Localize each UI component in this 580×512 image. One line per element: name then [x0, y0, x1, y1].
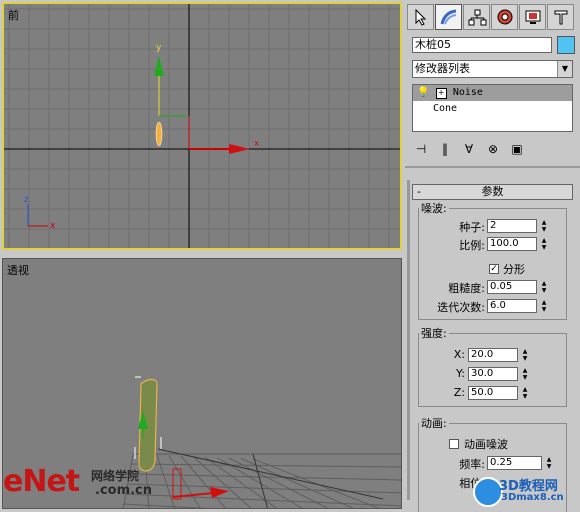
panel-scrollbar[interactable] [407, 180, 410, 500]
animate-noise-checkbox[interactable] [449, 439, 459, 449]
strength-z-spinner[interactable]: 50.0 [468, 386, 518, 400]
modifier-stack[interactable]: 💡 + Noise Cone [412, 84, 573, 132]
expand-plus-icon[interactable]: + [435, 88, 447, 99]
show-end-result-icon[interactable]: ‖ [436, 140, 454, 158]
seed-spinner[interactable]: 2 [487, 219, 537, 233]
gizmo-y-arrow[interactable] [154, 56, 164, 76]
stake-object[interactable] [155, 121, 163, 147]
scale-spinner[interactable]: 100.0 [487, 237, 537, 251]
frequency-label: 频率: [459, 458, 485, 471]
scale-label: 比例: [459, 239, 485, 252]
front-grid: y x z x [4, 4, 400, 248]
strength-x-spinner[interactable]: 20.0 [468, 348, 518, 362]
roughness-label: 粗糙度: [448, 282, 485, 295]
fractal-checkbox[interactable]: ✓ [489, 264, 499, 274]
chevron-down-icon[interactable]: ▼ [557, 61, 572, 77]
watermark-enet: eNet [3, 464, 80, 499]
hierarchy-icon[interactable] [463, 4, 490, 30]
create-icon[interactable] [407, 4, 434, 30]
animation-group-title: 动画: [421, 417, 447, 430]
roughness-spinner-arrows[interactable]: ▲ ▼ [540, 280, 548, 294]
watermark-3dmax8: 3D教程网 3Dmax8.cn [473, 473, 579, 507]
perspective-viewport[interactable]: 透视 eNet 网络学院 .com.cn [2, 258, 402, 509]
modifier-list-label: 修改器列表 [415, 62, 470, 75]
strength-y-spinner[interactable]: 30.0 [468, 367, 518, 381]
seed-label: 种子: [459, 221, 485, 234]
noise-group-title: 噪波: [421, 202, 447, 215]
gizmo-x-arrow-persp[interactable] [210, 487, 229, 498]
strength-x-label: X: [453, 348, 465, 361]
stack-item-label: Noise [452, 87, 483, 98]
viewport-label-front[interactable]: 前 [8, 7, 19, 23]
modify-icon[interactable] [435, 4, 462, 30]
animate-noise-label: 动画噪波 [464, 438, 508, 451]
front-viewport[interactable]: y x z x 前 [2, 2, 402, 250]
scale-spinner-arrows[interactable]: ▲ ▼ [540, 237, 548, 251]
strength-z-spinner-arrows[interactable]: ▲ ▼ [521, 386, 529, 400]
lightbulb-icon[interactable]: 💡 [417, 87, 429, 98]
fractal-label: 分形 [503, 263, 525, 276]
corner-z-label: z [24, 195, 29, 205]
x-axis-label: x [254, 139, 260, 149]
viewport-label-perspective[interactable]: 透视 [7, 262, 29, 278]
iterations-spinner[interactable]: 6.0 [487, 299, 537, 313]
y-axis-label: y [156, 43, 162, 53]
motion-icon[interactable] [491, 4, 518, 30]
command-panel: 木桩05 修改器列表 ▼ 💡 + Noise Cone ⊣ ‖ ∀ ⊗ ▣ - … [405, 0, 580, 512]
display-icon[interactable] [519, 4, 546, 30]
strength-x-spinner-arrows[interactable]: ▲ ▼ [521, 348, 529, 362]
iterations-label: 迭代次数: [437, 301, 485, 314]
seed-spinner-arrows[interactable]: ▲ ▼ [540, 219, 548, 233]
strength-z-label: Z: [453, 386, 465, 399]
object-name-field[interactable]: 木桩05 [412, 37, 552, 53]
frequency-spinner[interactable]: 0.25 [487, 456, 542, 470]
watermark-enet-sub: 网络学院 [91, 469, 140, 483]
utilities-icon[interactable] [547, 4, 574, 30]
parameters-rollout-header[interactable]: - 参数 [412, 184, 573, 200]
strength-group-title: 强度: [421, 327, 447, 340]
panel-divider [405, 166, 580, 168]
strength-y-label: Y: [456, 367, 465, 380]
iterations-spinner-arrows[interactable]: ▲ ▼ [540, 299, 548, 313]
corner-x-label: x [50, 221, 56, 231]
strength-y-spinner-arrows[interactable]: ▲ ▼ [521, 367, 529, 381]
rollout-title: 参数 [481, 185, 504, 198]
watermark-3d-url: 3Dmax8.cn [501, 492, 564, 503]
frequency-spinner-arrows[interactable]: ▲ ▼ [545, 456, 553, 470]
stack-item-cone[interactable]: Cone [413, 101, 572, 117]
collapse-minus-icon[interactable]: - [417, 185, 421, 199]
stack-item-noise[interactable]: 💡 + Noise [413, 85, 572, 101]
stack-item-label: Cone [433, 103, 458, 114]
pin-stack-icon[interactable]: ⊣ [412, 140, 430, 158]
object-color-swatch[interactable] [557, 36, 575, 54]
configure-modifier-sets-icon[interactable]: ▣ [508, 140, 526, 158]
watermark-enet-url: .com.cn [95, 483, 153, 498]
command-panel-tabs [407, 4, 577, 30]
roughness-spinner[interactable]: 0.05 [487, 280, 537, 294]
stack-toolbar: ⊣ ‖ ∀ ⊗ ▣ [412, 138, 573, 160]
make-unique-icon[interactable]: ∀ [460, 140, 478, 158]
remove-modifier-icon[interactable]: ⊗ [484, 140, 502, 158]
gizmo-x-arrow[interactable] [229, 144, 250, 154]
modifier-list-dropdown[interactable]: 修改器列表 ▼ [412, 60, 573, 78]
